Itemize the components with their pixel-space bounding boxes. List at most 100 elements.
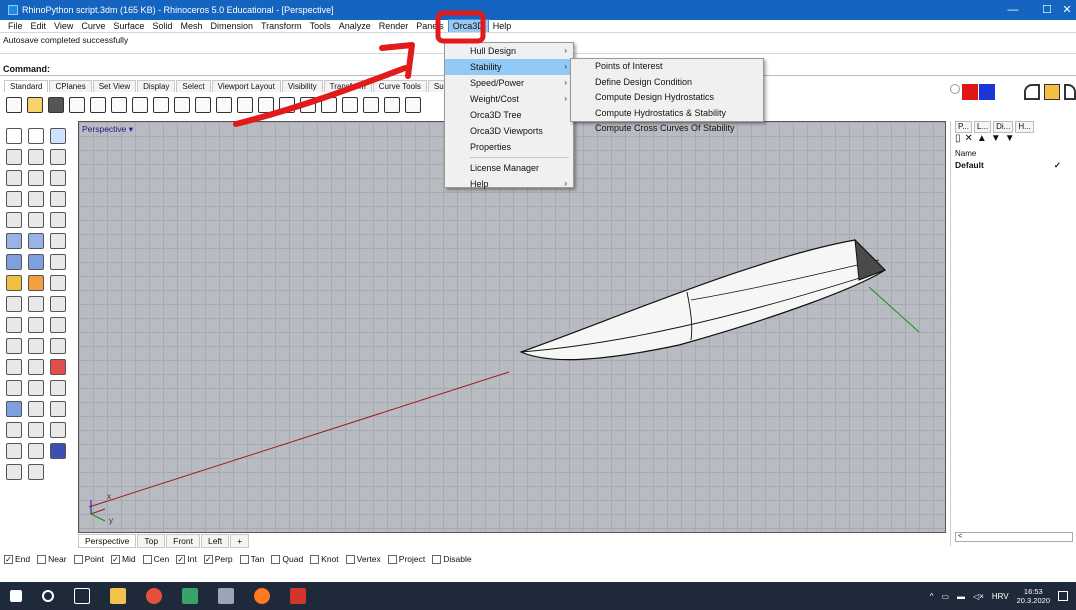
menu-item-license-manager[interactable]: License Manager [445, 160, 573, 176]
cut-icon[interactable] [111, 97, 127, 113]
osnap-end[interactable]: ✓ End [4, 554, 30, 564]
rotate-view-icon[interactable] [216, 97, 232, 113]
curve-icon[interactable] [28, 149, 44, 165]
menu-item-compute-hydrostatics-stability[interactable]: Compute Hydrostatics & Stability [571, 106, 763, 122]
skull-icon[interactable] [50, 422, 66, 438]
new-layer-icon[interactable]: ▯ [955, 133, 965, 144]
curve-tools-icon[interactable] [28, 212, 44, 228]
layer-row-default[interactable]: Default ✓ [951, 160, 1061, 171]
filter-icon[interactable]: ▼ [1005, 133, 1019, 144]
menu-surface[interactable]: Surface [109, 20, 148, 32]
language-indicator[interactable]: HRV [992, 592, 1009, 601]
snap-icon[interactable] [6, 464, 22, 480]
osnap-checkbox[interactable] [142, 554, 152, 564]
tab-perspective[interactable]: Perspective [78, 534, 137, 548]
distance-icon[interactable] [28, 422, 44, 438]
light-icon[interactable] [405, 97, 421, 113]
calculator-icon[interactable] [50, 443, 66, 459]
array-icon[interactable] [6, 422, 22, 438]
join-icon[interactable] [6, 317, 22, 333]
ellipse-icon[interactable] [28, 170, 44, 186]
xyz-icon[interactable] [50, 149, 66, 165]
photos-icon[interactable] [182, 588, 198, 604]
firefox-icon[interactable] [254, 588, 270, 604]
osnap-quad[interactable]: Quad [271, 554, 303, 564]
tab-top[interactable]: Top [137, 534, 166, 548]
osnap-disable[interactable]: Disable [432, 554, 472, 564]
zoom-extents-icon[interactable] [279, 97, 295, 113]
analyze-icon[interactable] [50, 359, 66, 375]
move-down-icon[interactable]: ▼ [991, 133, 1005, 144]
trim-icon[interactable] [28, 296, 44, 312]
rotate-icon[interactable] [6, 338, 22, 354]
tab-select[interactable]: Select [176, 80, 211, 92]
rhino-taskbar-icon[interactable] [218, 588, 234, 604]
dimension-icon[interactable] [28, 359, 44, 375]
tab-display[interactable]: Display [137, 80, 176, 92]
grid-plane-icon[interactable] [50, 128, 66, 144]
block-icon[interactable] [6, 401, 22, 417]
tab-properties[interactable]: P... [955, 121, 972, 133]
menu-item-compute-cross-curves[interactable]: Compute Cross Curves Of Stability [571, 121, 763, 137]
menu-item-compute-design-hydrostatics[interactable]: Compute Design Hydrostatics [571, 90, 763, 106]
osnap-checkbox[interactable]: ✓ [176, 554, 186, 564]
menu-render[interactable]: Render [375, 20, 413, 32]
menu-item-weight-cost[interactable]: Weight/Cost › [445, 91, 573, 107]
file-explorer-icon[interactable] [110, 588, 126, 604]
line-icon[interactable] [50, 233, 66, 249]
task-view-icon[interactable] [74, 588, 90, 604]
delete-layer-icon[interactable]: ✕ [965, 133, 977, 144]
osnap-checkbox[interactable]: ✓ [110, 554, 120, 564]
start-icon[interactable] [10, 590, 22, 602]
tab-cplanes[interactable]: CPlanes [49, 80, 92, 92]
circle-icon[interactable] [6, 170, 22, 186]
history-icon[interactable] [6, 443, 22, 459]
measure-icon[interactable] [50, 296, 66, 312]
layer-tools-icon[interactable] [6, 380, 22, 396]
scale-icon[interactable] [28, 338, 44, 354]
pen-icon[interactable] [28, 464, 44, 480]
panel-scrollbar[interactable]: < [955, 532, 1073, 542]
osnap-checkbox[interactable] [310, 554, 320, 564]
menu-item-orca3d-tree[interactable]: Orca3D Tree [445, 107, 573, 123]
add-viewport-icon[interactable]: + [230, 534, 250, 548]
osnap-mid[interactable]: ✓ Mid [110, 554, 136, 564]
tab-layers[interactable]: L... [973, 121, 992, 133]
osnap-checkbox[interactable] [345, 554, 355, 564]
menu-item-help[interactable]: Help › [445, 176, 573, 192]
new-file-icon[interactable] [6, 97, 22, 113]
properties-icon[interactable] [90, 97, 106, 113]
surface-icon[interactable] [6, 233, 22, 249]
group-icon[interactable] [28, 380, 44, 396]
polygon-icon[interactable] [6, 191, 22, 207]
notification-icon[interactable] [1058, 591, 1068, 601]
osnap-int[interactable]: ✓ Int [176, 554, 197, 564]
sphere-icon[interactable] [6, 254, 22, 270]
four-view-icon[interactable] [321, 97, 337, 113]
boolean-icon[interactable] [28, 275, 44, 291]
osnap-point[interactable]: Point [73, 554, 104, 564]
copy-icon[interactable] [132, 97, 148, 113]
menu-panels[interactable]: Panels [412, 20, 448, 32]
hide-icon[interactable] [50, 380, 66, 396]
hull-curve-icon[interactable] [1024, 84, 1040, 100]
tray-chevron-icon[interactable]: ^ [930, 592, 934, 601]
osnap-cen[interactable]: Cen [142, 554, 169, 564]
battery-icon[interactable]: ▬ [957, 592, 965, 601]
tab-display[interactable]: Di... [993, 121, 1014, 133]
tab-transform[interactable]: Transform [323, 80, 372, 92]
blue-swatch-icon[interactable] [979, 84, 995, 100]
clock[interactable]: 16:53 20.3.2020 [1017, 587, 1050, 605]
mesh-icon[interactable] [50, 275, 66, 291]
render-icon[interactable] [384, 97, 400, 113]
menu-transform[interactable]: Transform [257, 20, 306, 32]
arc-icon[interactable] [50, 170, 66, 186]
viewport-title[interactable]: Perspective ▾ [82, 124, 133, 135]
open-folder-icon[interactable] [27, 97, 43, 113]
menu-analyze[interactable]: Analyze [335, 20, 375, 32]
menu-item-define-design-condition[interactable]: Define Design Condition [571, 75, 763, 91]
paste-icon[interactable] [153, 97, 169, 113]
menu-view[interactable]: View [50, 20, 77, 32]
osnap-checkbox[interactable]: ✓ [4, 554, 13, 564]
osnap-checkbox[interactable] [271, 554, 281, 564]
